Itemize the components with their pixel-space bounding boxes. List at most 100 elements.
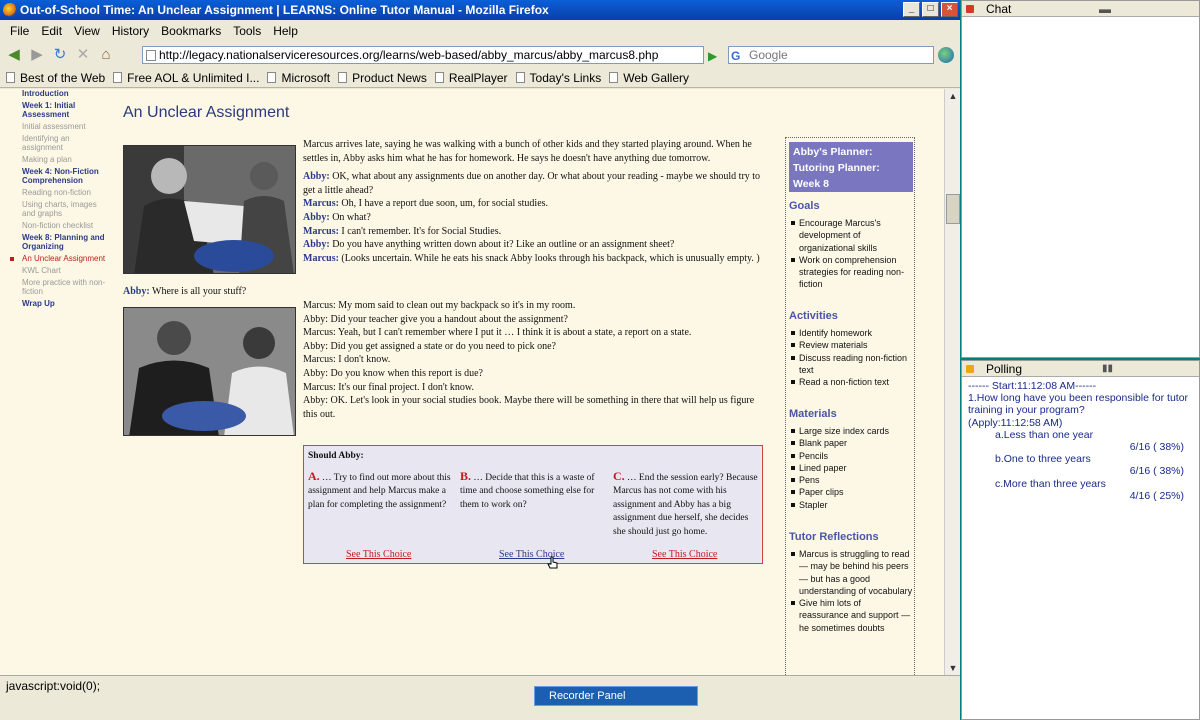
stop-icon[interactable]: ✕ (74, 46, 92, 64)
dialogue-line: Marcus: My mom said to clean out my back… (303, 299, 769, 313)
materials-item: Pencils (789, 450, 913, 462)
bookmark-item[interactable]: Microsoft (267, 71, 330, 85)
polling-body: ------ Start:11:12:08 AM------ 1.How lon… (968, 380, 1196, 502)
bar-chart-icon[interactable]: ▮▮ (1102, 361, 1113, 377)
speaker-name: Marcus: (303, 252, 339, 264)
page-icon (113, 72, 123, 83)
poll-start: ------ Start:11:12:08 AM------ (968, 380, 1097, 392)
photo-students-studying (123, 307, 296, 436)
see-choice-a-link[interactable]: See This Choice (346, 548, 411, 561)
dialogue-line: Abby: Do you have anything written down … (303, 238, 769, 252)
dialogue-text: Oh, I have a report due soon, um, for so… (341, 198, 549, 210)
goals-heading: Goals (789, 200, 820, 212)
taskbar-recorder-panel[interactable]: Recorder Panel (534, 686, 698, 706)
dialogue-line: Abby: On what? (303, 211, 769, 225)
globe-icon[interactable] (938, 47, 954, 63)
lesson-nav-item[interactable]: Initial assessment (10, 122, 112, 131)
bookmark-item[interactable]: Best of the Web (6, 71, 105, 85)
lesson-nav-item[interactable]: Week 1: Initial Assessment (10, 101, 112, 119)
lesson-nav-item[interactable]: Reading non-fiction (10, 188, 112, 197)
dialogue-block-2: Marcus: My mom said to clean out my back… (303, 299, 769, 421)
goals-item: Work on comprehension strategies for rea… (789, 254, 913, 291)
polling-status-icon (966, 365, 974, 373)
bookmarks-toolbar: Best of the Web Free AOL & Unlimited I..… (0, 68, 960, 88)
planner-title: Abby's Planner: Tutoring Planner: Week 8 (789, 142, 913, 192)
see-choice-c-link[interactable]: See This Choice (652, 548, 717, 561)
bookmark-item[interactable]: Web Gallery (609, 71, 689, 85)
go-icon[interactable]: ▶ (708, 49, 717, 63)
speaker-name: Abby: (303, 367, 328, 379)
caption-speaker: Abby: (123, 286, 150, 297)
reload-icon[interactable]: ↻ (51, 46, 69, 64)
lesson-nav-item[interactable]: Using charts, images and graphs (10, 200, 112, 218)
lesson-nav-item[interactable]: Making a plan (10, 155, 112, 164)
url-text: http://legacy.nationalserviceresources.o… (159, 48, 659, 62)
dialogue-line: Marcus: I can't remember. It's for Socia… (303, 225, 769, 239)
dialogue-block: Abby: OK, what about any assignments due… (303, 170, 769, 265)
page-title: An Unclear Assignment (123, 104, 290, 121)
lesson-nav-item[interactable]: More practice with non-fiction (10, 278, 112, 296)
lesson-nav-item[interactable]: Introduction (10, 89, 112, 98)
url-bar[interactable]: http://legacy.nationalserviceresources.o… (142, 46, 704, 64)
reflections-item: Give him lots of reassurance and support… (789, 597, 913, 634)
lesson-nav-item[interactable]: Identifying an assignment (10, 134, 112, 152)
lesson-nav-item[interactable]: Wrap Up (10, 299, 112, 308)
bookmark-item[interactable]: Today's Links (515, 71, 601, 85)
menu-bookmarks[interactable]: Bookmarks (155, 24, 227, 38)
bookmark-item[interactable]: Product News (338, 71, 427, 85)
lesson-nav-item[interactable]: KWL Chart (10, 266, 112, 275)
scroll-thumb[interactable] (946, 194, 960, 224)
close-button[interactable]: × (941, 2, 958, 17)
window-titlebar: Out-of-School Time: An Unclear Assignmen… (0, 0, 960, 20)
back-icon[interactable]: ◀ (5, 46, 23, 64)
speaker-name: Abby: (303, 340, 328, 352)
menu-help[interactable]: Help (267, 24, 304, 38)
materials-item: Paper clips (789, 486, 913, 498)
status-bar: javascript:void(0); (0, 675, 960, 695)
scroll-up-icon[interactable]: ▲ (946, 89, 960, 103)
story-intro: Marcus arrives late, saying he was walki… (303, 139, 752, 164)
menu-view[interactable]: View (68, 24, 106, 38)
menu-file[interactable]: File (4, 24, 35, 38)
choice-text: … End the session early? Because Marcus … (613, 473, 758, 537)
reflections-heading: Tutor Reflections (789, 531, 879, 543)
menu-tools[interactable]: Tools (227, 24, 267, 38)
vertical-scrollbar[interactable]: ▲ ▼ (944, 89, 960, 675)
page-content: Introduction Week 1: Initial Assessment In… (0, 89, 944, 675)
forward-icon[interactable]: ▶ (28, 46, 46, 64)
home-icon[interactable]: ⌂ (97, 46, 115, 64)
dialogue-text: My mom said to clean out my backpack so … (338, 300, 576, 311)
caption-text: Where is all your stuff? (152, 286, 247, 297)
hand-cursor-icon (547, 556, 558, 569)
lesson-nav-item[interactable]: An Unclear Assignment (10, 254, 112, 263)
bookmark-item[interactable]: RealPlayer (434, 71, 508, 85)
poll-option-result: 4/16 ( 25%) (1129, 489, 1184, 502)
speaker-name: Abby: (303, 211, 330, 223)
bookmark-item[interactable]: Free AOL & Unlimited I... (113, 71, 259, 85)
minimize-button[interactable]: _ (903, 2, 920, 17)
bookmark-label: Microsoft (281, 70, 331, 85)
dialogue-text: I can't remember. It's for Social Studie… (341, 225, 502, 237)
scroll-down-icon[interactable]: ▼ (946, 661, 960, 675)
firefox-icon (3, 3, 17, 17)
choice-a: A. … Try to find out more about this ass… (308, 469, 456, 512)
maximize-button[interactable]: □ (922, 2, 939, 17)
dialogue-line: Marcus: I don't know. (303, 353, 769, 367)
lesson-nav-item[interactable]: Non-fiction checklist (10, 221, 112, 230)
lesson-nav-item[interactable]: Week 8: Planning and Organizing (10, 233, 112, 251)
materials-item: Blank paper (789, 437, 913, 449)
activities-item: Discuss reading non-fiction text (789, 352, 913, 377)
menu-edit[interactable]: Edit (35, 24, 68, 38)
menu-history[interactable]: History (106, 24, 155, 38)
reflections-list: Marcus is struggling to read — may be be… (789, 548, 913, 634)
goals-list: Encourage Marcus's development of organi… (789, 217, 913, 291)
chat-header: Chat ▬ (962, 1, 1199, 17)
chat-bubble-icon[interactable]: ▬ (1099, 1, 1111, 17)
poll-question: 1.How long have you been responsible for… (968, 392, 1189, 417)
materials-item: Stapler (789, 499, 913, 511)
lesson-nav-item[interactable]: Week 4: Non-Fiction Comprehension (10, 167, 112, 185)
materials-item: Pens (789, 474, 913, 486)
poll-apply-time: (Apply:11:12:58 AM) (968, 416, 1063, 429)
search-input[interactable]: G Google (728, 46, 934, 64)
speaker-name: Abby: (303, 239, 330, 251)
